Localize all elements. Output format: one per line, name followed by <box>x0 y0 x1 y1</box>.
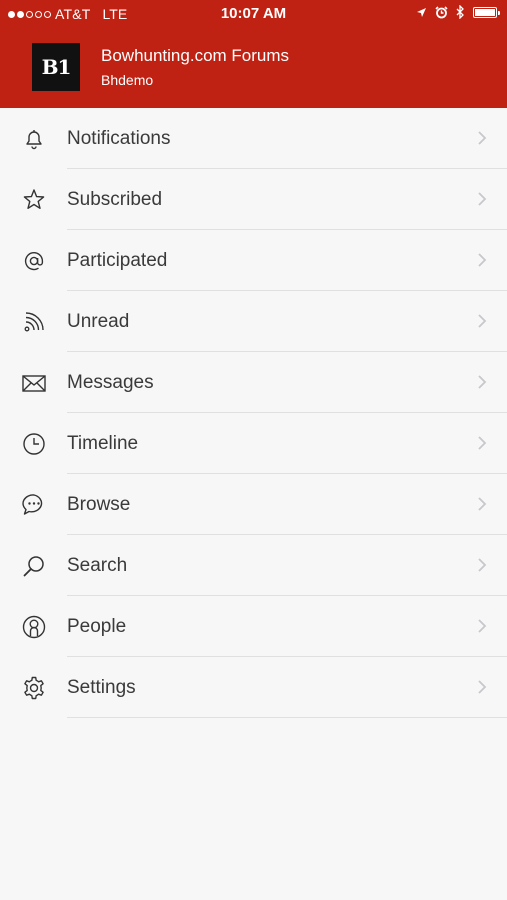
menu-label: Subscribed <box>67 188 163 210</box>
location-arrow-icon <box>417 7 426 17</box>
chevron-right-icon <box>478 375 487 389</box>
rss-icon <box>21 309 47 335</box>
menu-label: People <box>67 615 127 637</box>
alarm-icon <box>435 5 448 18</box>
chevron-right-icon <box>478 192 487 206</box>
menu-item-unread[interactable]: Unread <box>0 291 507 352</box>
envelope-icon <box>21 370 47 396</box>
chevron-right-icon <box>478 558 487 572</box>
main-menu: Notifications Subscribed Participated Un… <box>0 108 507 718</box>
menu-item-participated[interactable]: Participated <box>0 230 507 291</box>
chat-bubble-icon <box>21 492 47 518</box>
menu-label: Notifications <box>67 127 171 149</box>
menu-item-browse[interactable]: Browse <box>0 474 507 535</box>
menu-label: Settings <box>67 676 136 698</box>
menu-item-people[interactable]: People <box>0 596 507 657</box>
chevron-right-icon <box>478 436 487 450</box>
menu-label: Participated <box>67 249 168 271</box>
chevron-right-icon <box>478 619 487 633</box>
bell-icon <box>21 126 47 152</box>
bluetooth-icon <box>456 5 464 19</box>
magnifier-icon <box>21 553 47 579</box>
clock-icon <box>21 431 47 457</box>
menu-item-timeline[interactable]: Timeline <box>0 413 507 474</box>
forum-title: Bowhunting.com Forums <box>101 46 290 65</box>
username: Bhdemo <box>101 72 154 88</box>
menu-label: Unread <box>67 310 130 332</box>
chevron-right-icon <box>478 253 487 267</box>
menu-item-subscribed[interactable]: Subscribed <box>0 169 507 230</box>
star-icon <box>21 187 47 213</box>
status-bar: AT&T LTE 10:07 AM <box>0 0 507 27</box>
battery-icon <box>473 6 500 18</box>
menu-item-notifications[interactable]: Notifications <box>0 108 507 169</box>
menu-item-messages[interactable]: Messages <box>0 352 507 413</box>
at-icon <box>21 248 47 274</box>
menu-item-search[interactable]: Search <box>0 535 507 596</box>
status-right <box>416 5 500 19</box>
forum-info[interactable]: B1 Bowhunting.com Forums Bhdemo <box>0 27 507 108</box>
chevron-right-icon <box>478 314 487 328</box>
gear-icon <box>21 675 47 701</box>
chevron-right-icon <box>478 497 487 511</box>
menu-label: Timeline <box>67 432 139 454</box>
menu-item-settings[interactable]: Settings <box>0 657 507 718</box>
menu-label: Messages <box>67 371 154 393</box>
person-icon <box>21 614 47 640</box>
chevron-right-icon <box>478 131 487 145</box>
chevron-right-icon <box>478 680 487 694</box>
app-header: AT&T LTE 10:07 AM B1 Bowhunting.com Foru… <box>0 0 507 108</box>
menu-label: Browse <box>67 493 131 515</box>
menu-label: Search <box>67 554 128 576</box>
forum-logo: B1 <box>32 43 80 91</box>
